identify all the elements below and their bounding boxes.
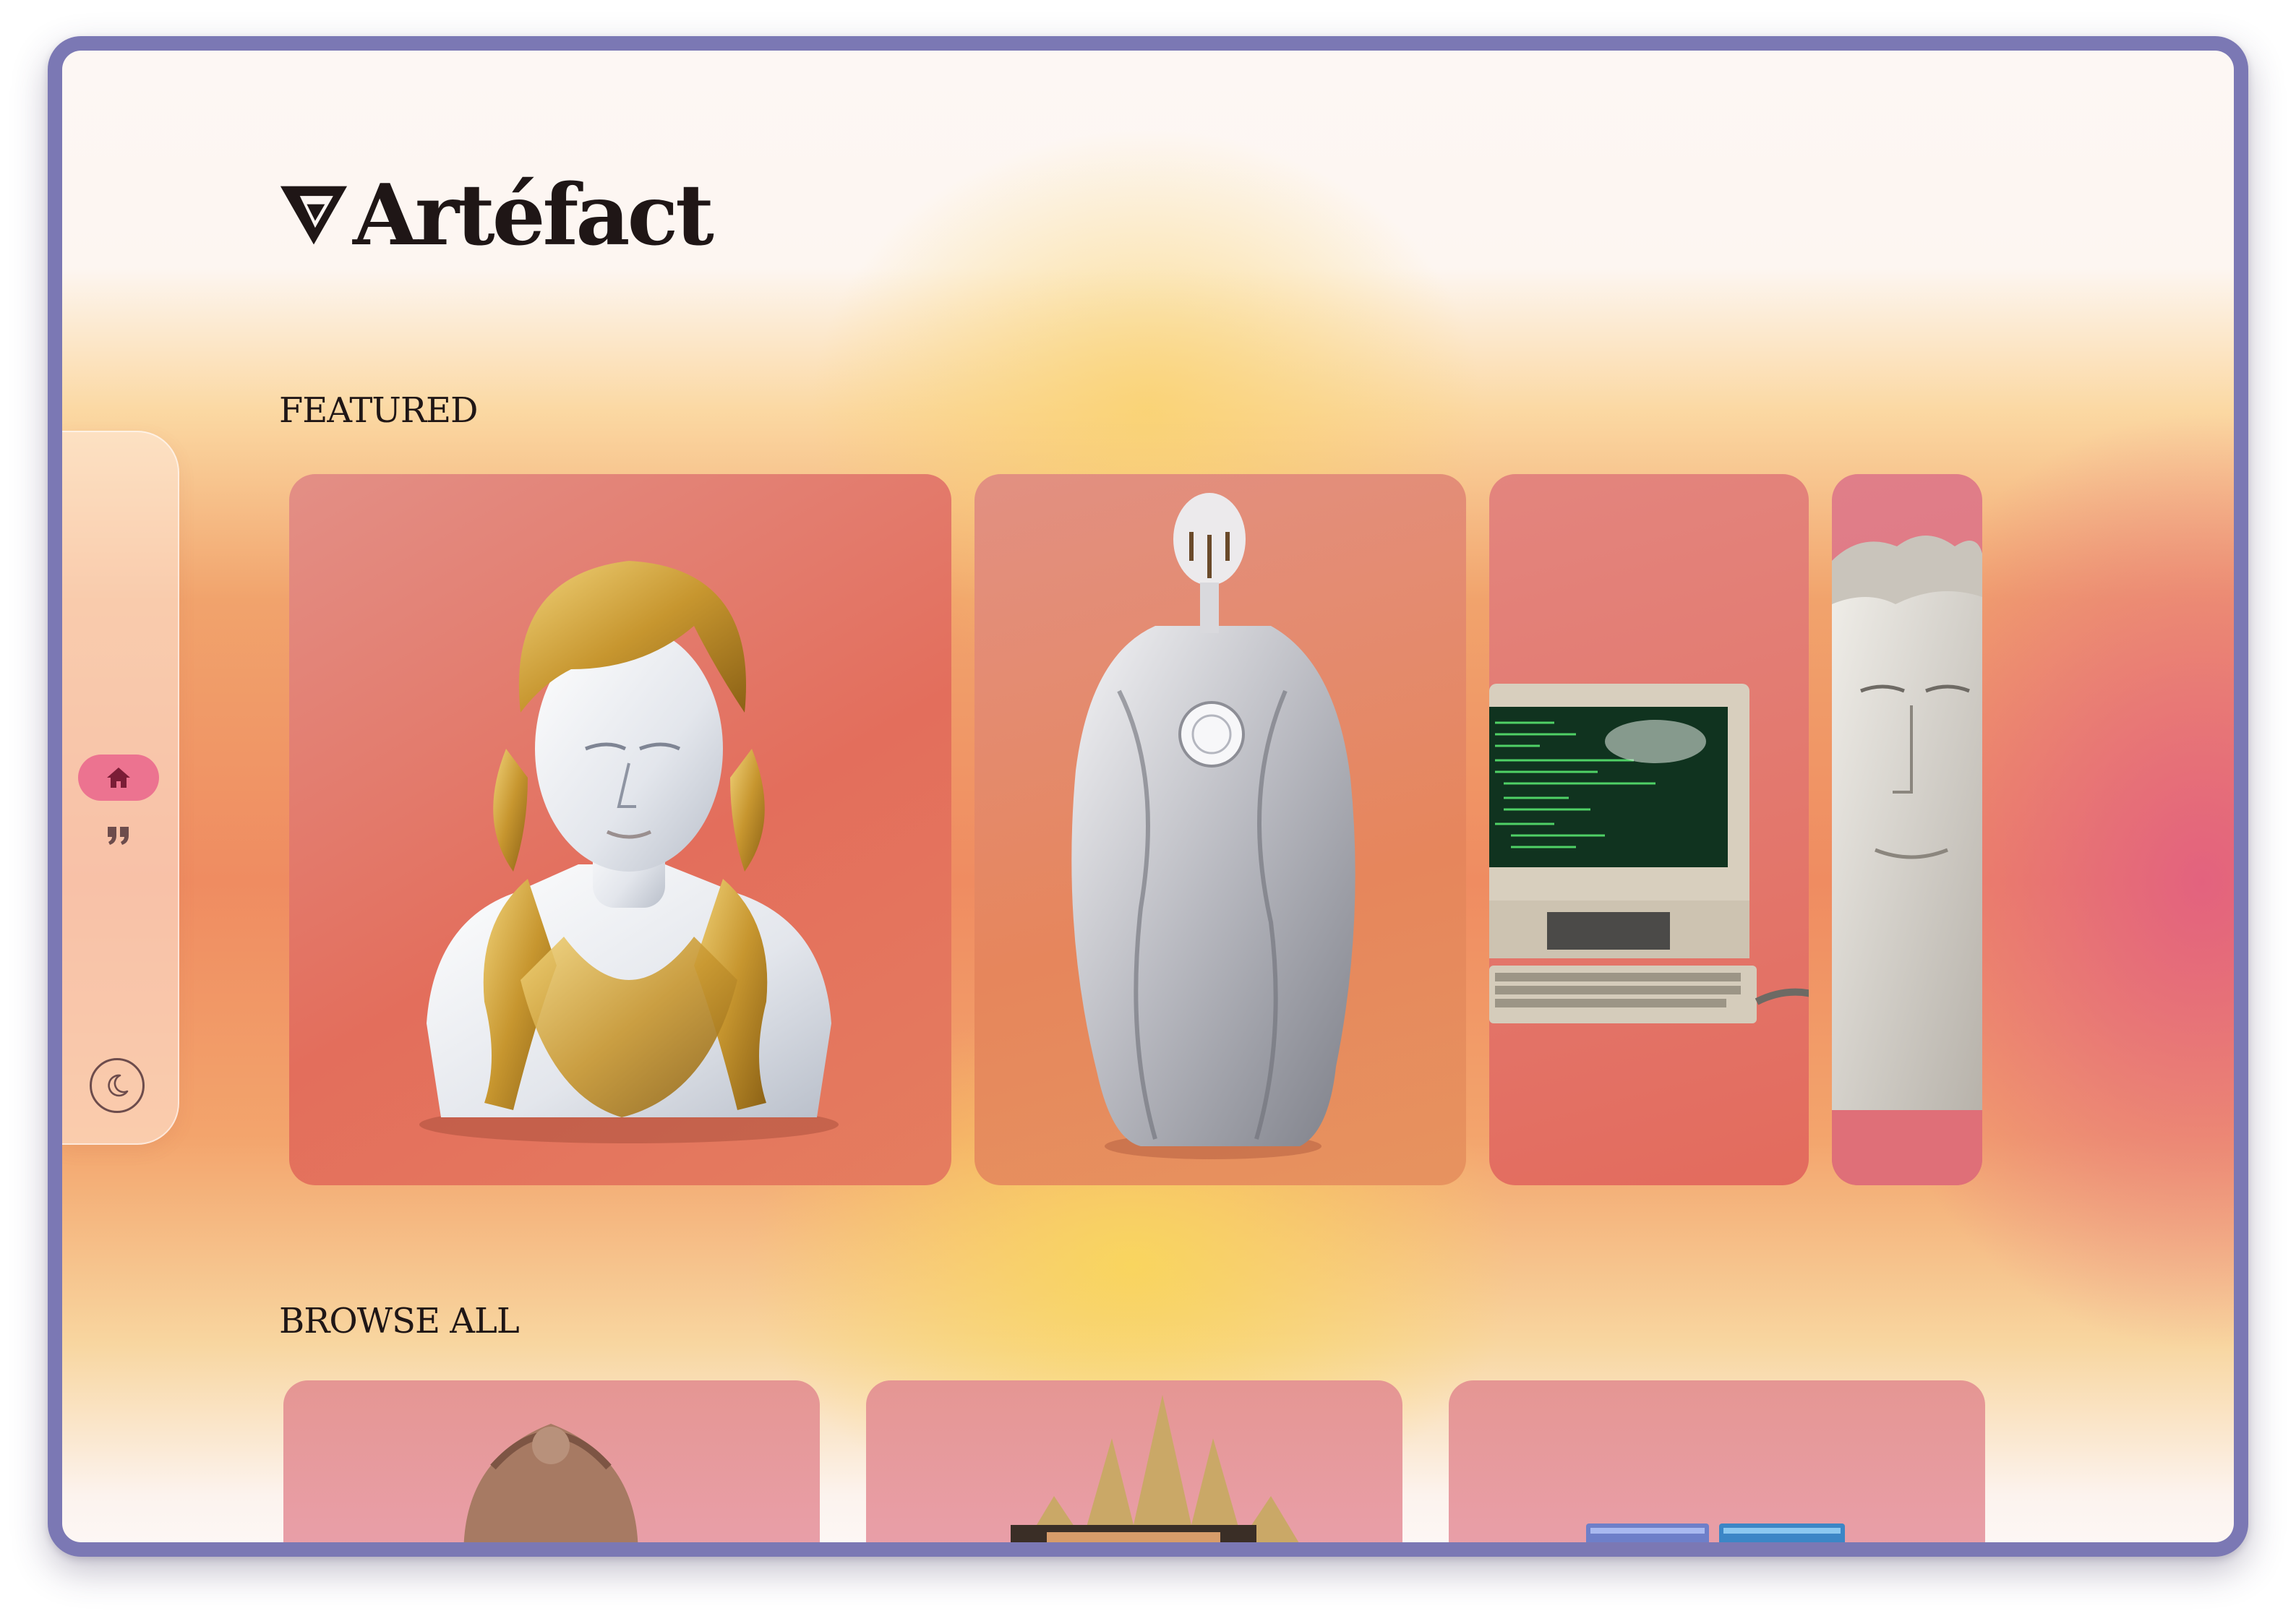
spiked-crown-artwork xyxy=(1011,1395,1299,1542)
terracotta-head-artwork xyxy=(463,1424,638,1542)
retro-computer-artwork xyxy=(1489,684,1809,1023)
featured-section-title: FEATURED xyxy=(279,390,479,431)
home-icon xyxy=(107,768,130,788)
browse-card-blue-panels[interactable] xyxy=(1449,1380,1985,1542)
app-window: Artéfact FEATURED BROWSE ALL xyxy=(62,51,2234,1542)
featured-card-bust[interactable] xyxy=(289,474,951,1185)
browse-card-terracotta-head[interactable] xyxy=(283,1380,820,1542)
sidebar-nav xyxy=(62,431,179,1145)
theme-toggle-button[interactable] xyxy=(90,1058,145,1113)
featured-card-marble-head[interactable] xyxy=(1832,474,1982,1185)
quote-icon xyxy=(108,827,129,845)
browse-section-title: BROWSE ALL xyxy=(279,1301,520,1341)
moon-icon xyxy=(108,1074,129,1097)
browse-card-spiked-crown[interactable] xyxy=(866,1380,1402,1542)
marble-head-artwork xyxy=(1832,536,1982,1185)
brand-name: Artéfact xyxy=(353,166,714,265)
triangle-v-logo-icon xyxy=(280,186,348,245)
app-logo[interactable]: Artéfact xyxy=(279,165,714,266)
robed-figure-artwork xyxy=(1071,493,1355,1159)
featured-card-robed-figure[interactable] xyxy=(974,474,1466,1185)
featured-card-retro-computer[interactable] xyxy=(1489,474,1809,1185)
sidebar-item-quotes[interactable] xyxy=(100,817,137,854)
marble-bust-artwork xyxy=(419,561,839,1143)
sidebar-item-home[interactable] xyxy=(78,755,159,801)
blue-panels-artwork xyxy=(1586,1523,1845,1542)
